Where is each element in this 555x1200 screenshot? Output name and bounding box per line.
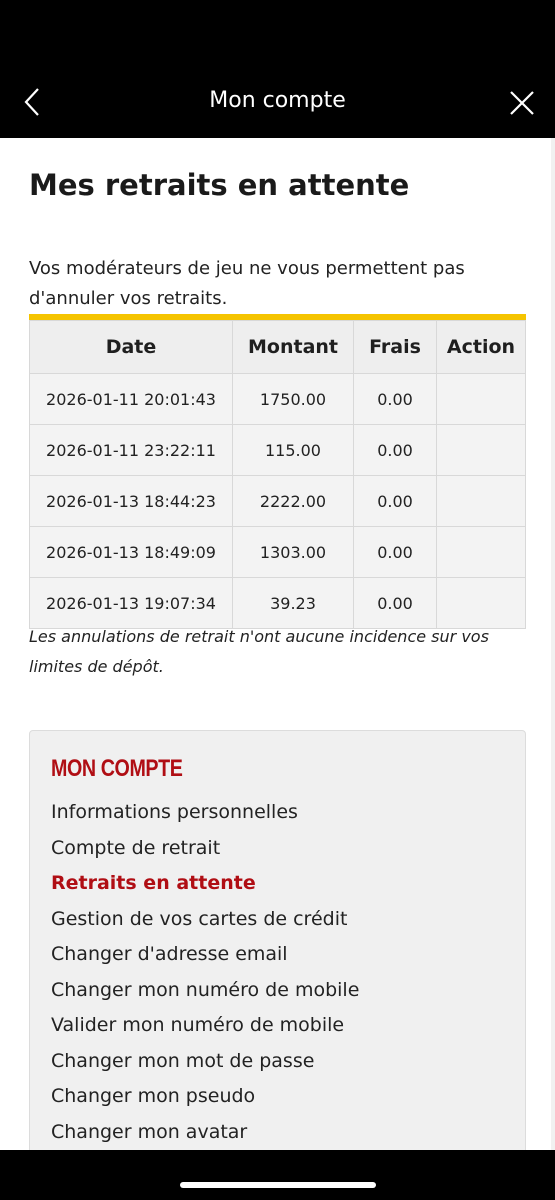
menu-item-personal-info[interactable]: Informations personnelles	[51, 795, 359, 831]
page-title: Mes retraits en attente	[29, 168, 410, 202]
screen-title: Mon compte	[209, 88, 346, 113]
menu-item-change-avatar[interactable]: Changer mon avatar	[51, 1115, 359, 1151]
menu-item-pending-withdrawals[interactable]: Retraits en attente	[51, 866, 359, 902]
menu-item-change-mobile[interactable]: Changer mon numéro de mobile	[51, 973, 359, 1009]
table-row: 2026-01-11 23:22:11 115.00 0.00	[29, 424, 526, 476]
table-row: 2026-01-13 19:07:34 39.23 0.00	[29, 577, 526, 629]
cell-fees: 0.00	[353, 526, 437, 578]
intro-text: Vos modérateurs de jeu ne vous permetten…	[29, 258, 465, 309]
close-button[interactable]	[507, 88, 537, 118]
account-menu: MON COMPTE Informations personnelles Com…	[29, 730, 526, 1150]
menu-item-credit-cards[interactable]: Gestion de vos cartes de crédit	[51, 902, 359, 938]
cell-amount: 1303.00	[232, 526, 354, 578]
top-navigation-bar: Mon compte	[0, 0, 555, 138]
menu-item-change-password[interactable]: Changer mon mot de passe	[51, 1044, 359, 1080]
withdrawals-table-container: Date Montant Frais Action 2026-01-11 20:…	[29, 314, 526, 629]
account-menu-list: Informations personnelles Compte de retr…	[51, 795, 359, 1150]
page-content: Mes retraits en attente Vos modérateurs …	[0, 138, 555, 1150]
table-header-row: Date Montant Frais Action	[29, 320, 526, 374]
column-header-amount: Montant	[232, 320, 354, 374]
cell-action	[436, 424, 526, 476]
menu-item-validate-mobile[interactable]: Valider mon numéro de mobile	[51, 1008, 359, 1044]
cell-date: 2026-01-13 18:49:09	[29, 526, 233, 578]
cell-date: 2026-01-11 23:22:11	[29, 424, 233, 476]
column-header-date: Date	[29, 320, 233, 374]
cancellation-note: Les annulations de retrait n'ont aucune …	[29, 627, 489, 676]
column-header-action: Action	[436, 320, 526, 374]
pending-withdrawals-table: Date Montant Frais Action 2026-01-11 20:…	[29, 320, 526, 629]
table-row: 2026-01-13 18:44:23 2222.00 0.00	[29, 475, 526, 527]
cell-fees: 0.00	[353, 475, 437, 527]
cell-amount: 1750.00	[232, 373, 354, 425]
cell-action	[436, 475, 526, 527]
cell-date: 2026-01-13 18:44:23	[29, 475, 233, 527]
cell-date: 2026-01-13 19:07:34	[29, 577, 233, 629]
cell-action	[436, 526, 526, 578]
table-row: 2026-01-11 20:01:43 1750.00 0.00	[29, 373, 526, 425]
menu-item-change-username[interactable]: Changer mon pseudo	[51, 1079, 359, 1115]
cell-action	[436, 577, 526, 629]
account-menu-title: MON COMPTE	[51, 755, 183, 782]
table-row: 2026-01-13 18:49:09 1303.00 0.00	[29, 526, 526, 578]
bottom-bar	[0, 1150, 555, 1200]
home-indicator[interactable]	[180, 1182, 376, 1188]
cell-fees: 0.00	[353, 577, 437, 629]
close-icon	[510, 91, 534, 115]
cell-amount: 2222.00	[232, 475, 354, 527]
cell-fees: 0.00	[353, 424, 437, 476]
menu-item-withdrawal-account[interactable]: Compte de retrait	[51, 831, 359, 867]
cell-fees: 0.00	[353, 373, 437, 425]
cell-amount: 115.00	[232, 424, 354, 476]
menu-item-change-email[interactable]: Changer d'adresse email	[51, 937, 359, 973]
cell-date: 2026-01-11 20:01:43	[29, 373, 233, 425]
cell-amount: 39.23	[232, 577, 354, 629]
column-header-fees: Frais	[353, 320, 437, 374]
cell-action	[436, 373, 526, 425]
